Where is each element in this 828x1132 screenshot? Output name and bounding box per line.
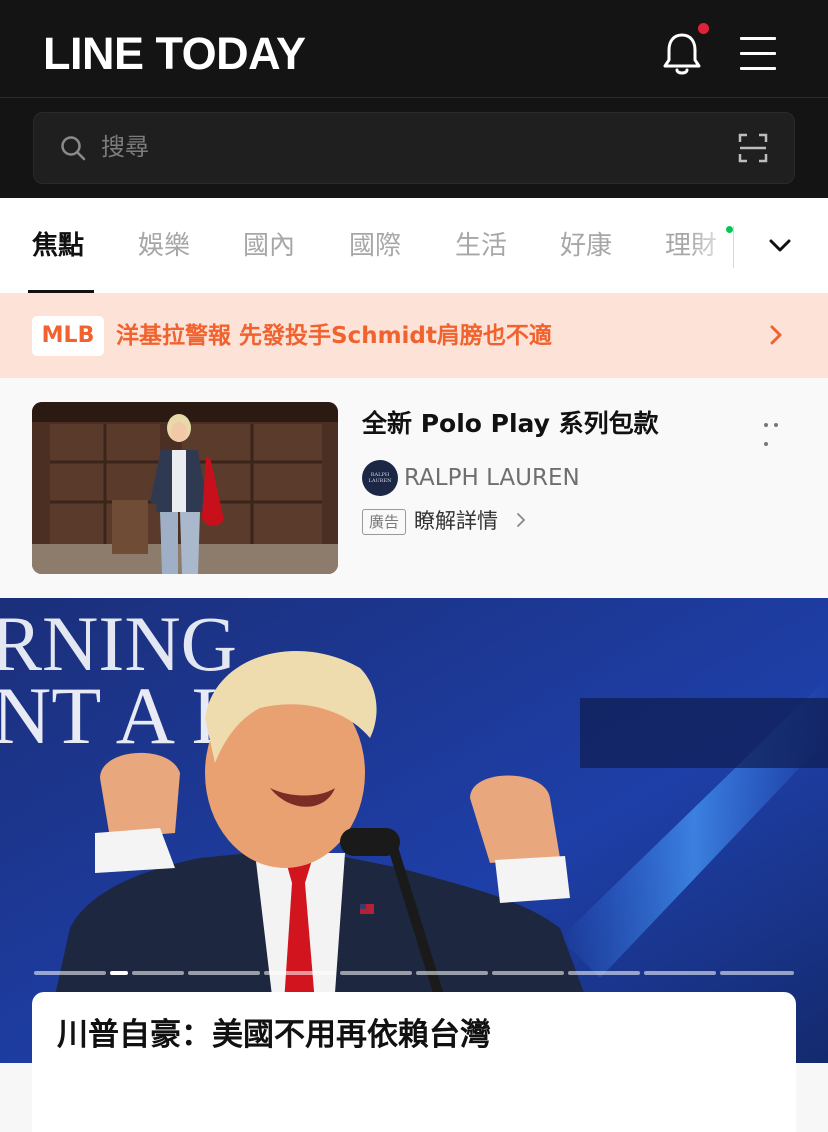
category-tabs: 焦點 娛樂 國內 國際 生活 好康 理財 [0,198,828,293]
scan-icon[interactable] [738,133,768,163]
carousel-dot[interactable] [568,971,640,975]
tab-focus[interactable]: 焦點 [32,228,84,264]
carousel-dot[interactable] [132,971,184,975]
ad-card[interactable]: 全新 Polo Play 系列包款 RALPH LAUREN RALPH LAU… [0,378,828,598]
more-options-icon[interactable] [764,412,792,446]
carousel-dot-active[interactable] [110,971,128,975]
carousel-dot[interactable] [34,971,106,975]
chevron-down-icon[interactable] [766,234,794,258]
search-input[interactable]: 搜尋 [33,112,795,184]
carousel-dot[interactable] [644,971,716,975]
carousel-indicator [34,971,794,975]
carousel-dot[interactable] [416,971,488,975]
top-header: LINE TODAY [0,0,828,98]
carousel-dot[interactable] [492,971,564,975]
chevron-right-icon [770,325,782,345]
tab-international[interactable]: 國際 [349,228,401,264]
tab-entertainment[interactable]: 娛樂 [138,228,190,264]
new-indicator-dot [726,226,733,233]
carousel-dot[interactable] [720,971,794,975]
bell-icon[interactable] [660,30,704,78]
search-icon [61,136,86,161]
carousel-dot[interactable] [264,971,336,975]
tab-domestic[interactable]: 國內 [243,228,295,264]
tab-life[interactable]: 生活 [455,228,507,264]
news-headline[interactable]: 川普自豪：美國不用再依賴台灣 [57,1014,491,1056]
ad-image[interactable] [32,402,338,574]
ad-title[interactable]: 全新 Polo Play 系列包款 [362,406,659,442]
brand-logo: RALPH LAUREN [362,460,398,496]
notification-dot [698,23,709,34]
learn-more-link[interactable]: 瞭解詳情 [414,504,498,538]
alert-badge: MLB [32,316,104,356]
tab-deals[interactable]: 好康 [560,228,612,264]
carousel-dot[interactable] [188,971,260,975]
search-bar: 搜尋 [0,98,828,198]
headline-card[interactable]: 川普自豪：美國不用再依賴台灣 [32,992,796,1132]
tab-divider [733,226,734,268]
brand-logo-text: RALPH LAUREN [368,472,392,484]
search-placeholder: 搜尋 [101,133,149,161]
advertiser-name: RALPH LAUREN [404,465,580,491]
chevron-right-icon [517,513,526,527]
carousel-dot[interactable] [340,971,412,975]
alert-text: 洋基拉警報 先發投手Schmidt肩膀也不適 [116,323,552,349]
hamburger-menu-icon[interactable] [740,37,776,71]
ad-label-badge: 廣告 [362,509,406,535]
breaking-news-banner[interactable]: MLB 洋基拉警報 先發投手Schmidt肩膀也不適 [0,293,828,378]
line-today-logo[interactable]: LINE TODAY [43,28,306,80]
